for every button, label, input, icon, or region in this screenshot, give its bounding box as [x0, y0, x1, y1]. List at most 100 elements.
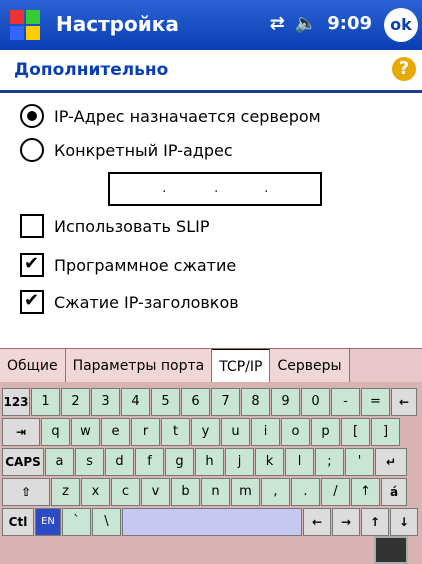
- key-a[interactable]: a: [45, 448, 74, 476]
- key-v[interactable]: v: [141, 478, 170, 506]
- key-left-bracket[interactable]: [: [341, 418, 370, 446]
- key-0[interactable]: 0: [301, 388, 330, 416]
- key-semicolon[interactable]: ;: [315, 448, 344, 476]
- help-icon[interactable]: ?: [392, 57, 416, 81]
- key-z[interactable]: z: [51, 478, 80, 506]
- key-w[interactable]: w: [71, 418, 100, 446]
- radio-specific-ip[interactable]: Конкретный IP-адрес: [20, 138, 233, 162]
- arrow-left-key[interactable]: ←: [303, 508, 331, 536]
- checkbox-checked-icon[interactable]: [20, 290, 44, 314]
- key-4[interactable]: 4: [121, 388, 150, 416]
- key-p[interactable]: p: [311, 418, 340, 446]
- key-g[interactable]: g: [165, 448, 194, 476]
- shift-key[interactable]: ⇧: [2, 478, 50, 506]
- tab-general[interactable]: Общие: [0, 349, 66, 383]
- key-u[interactable]: u: [221, 418, 250, 446]
- key-y[interactable]: y: [191, 418, 220, 446]
- ok-button[interactable]: ok: [384, 8, 418, 42]
- keyboard-row-5: Ctl EN ` \ ← → ↑ ↓: [2, 508, 419, 536]
- key-1[interactable]: 1: [31, 388, 60, 416]
- space-key[interactable]: [122, 508, 302, 536]
- volume-icon[interactable]: 🔈: [295, 13, 317, 34]
- enter-key[interactable]: ↵: [375, 448, 407, 476]
- language-key[interactable]: EN: [35, 508, 61, 536]
- keyboard-row-2: ⇥ q w e r t y u i o p [ ]: [2, 418, 401, 446]
- key-5[interactable]: 5: [151, 388, 180, 416]
- key-t[interactable]: t: [161, 418, 190, 446]
- radio-ip-from-server[interactable]: IP-Адрес назначается сервером: [20, 104, 321, 128]
- key-3[interactable]: 3: [91, 388, 120, 416]
- soft-keyboard: 123 1 2 3 4 5 6 7 8 9 0 - = ← ⇥ q w e r …: [0, 382, 422, 564]
- tab-servers[interactable]: Серверы: [270, 349, 350, 383]
- key-j[interactable]: j: [225, 448, 254, 476]
- soft-compression-label: Программное сжатие: [54, 255, 237, 275]
- clock[interactable]: 9:09: [327, 13, 372, 34]
- key-k[interactable]: k: [255, 448, 284, 476]
- page-header: Дополнительно ?: [0, 50, 422, 93]
- tab-port-settings[interactable]: Параметры порта: [65, 349, 213, 383]
- keyboard-row-4: ⇧ z x c v b n m , . / ↑ á: [2, 478, 408, 506]
- key-i[interactable]: i: [251, 418, 280, 446]
- key-backtick[interactable]: `: [62, 508, 91, 536]
- checkbox-use-slip[interactable]: Использовать SLIP: [20, 214, 209, 238]
- key-e[interactable]: e: [101, 418, 130, 446]
- keyboard-toggle-icon[interactable]: [374, 536, 408, 564]
- ip-dot-3: .: [264, 180, 269, 196]
- backspace-key[interactable]: ←: [391, 388, 417, 416]
- keyboard-row-3: CAPS a s d f g h j k l ; ' ↵: [2, 448, 408, 476]
- caps-key[interactable]: CAPS: [2, 448, 44, 476]
- key-m[interactable]: m: [231, 478, 260, 506]
- key-2[interactable]: 2: [61, 388, 90, 416]
- arrow-up-key[interactable]: ↑: [361, 508, 389, 536]
- radio-unselected-icon[interactable]: [20, 138, 44, 162]
- checkbox-header-compression[interactable]: Сжатие IP-заголовков: [20, 290, 239, 314]
- key-6[interactable]: 6: [181, 388, 210, 416]
- key-x[interactable]: x: [81, 478, 110, 506]
- key-period[interactable]: .: [291, 478, 320, 506]
- tab-bar: Общие Параметры порта TCP/IP Серверы: [0, 348, 422, 383]
- key-r[interactable]: r: [131, 418, 160, 446]
- connectivity-icon[interactable]: ⇄: [270, 13, 285, 34]
- key-l[interactable]: l: [285, 448, 314, 476]
- ip-dot-1: .: [162, 180, 167, 196]
- arrow-right-key[interactable]: →: [332, 508, 360, 536]
- app-title: Настройка: [56, 12, 179, 36]
- checkbox-soft-compression[interactable]: Программное сжатие: [20, 253, 236, 277]
- key-accent[interactable]: á: [381, 478, 407, 506]
- key-123[interactable]: 123: [2, 388, 30, 416]
- key-d[interactable]: d: [105, 448, 134, 476]
- key-equals[interactable]: =: [361, 388, 390, 416]
- checkbox-checked-icon[interactable]: [20, 253, 44, 277]
- tab-tcpip[interactable]: TCP/IP: [212, 349, 271, 383]
- use-slip-label: Использовать SLIP: [54, 216, 210, 236]
- ctrl-key[interactable]: Ctl: [2, 508, 34, 536]
- key-b[interactable]: b: [171, 478, 200, 506]
- key-h[interactable]: h: [195, 448, 224, 476]
- checkbox-unchecked-icon[interactable]: [20, 214, 44, 238]
- page-title: Дополнительно: [14, 60, 169, 80]
- radio-label-specific: Конкретный IP-адрес: [54, 140, 233, 160]
- radio-selected-icon[interactable]: [20, 104, 44, 128]
- key-right-bracket[interactable]: ]: [371, 418, 400, 446]
- key-s[interactable]: s: [75, 448, 104, 476]
- key-q[interactable]: q: [41, 418, 70, 446]
- keyboard-row-1: 123 1 2 3 4 5 6 7 8 9 0 - = ←: [2, 388, 418, 416]
- key-9[interactable]: 9: [271, 388, 300, 416]
- key-apostrophe[interactable]: ': [345, 448, 374, 476]
- windows-start-icon[interactable]: [8, 8, 42, 42]
- key-c[interactable]: c: [111, 478, 140, 506]
- arrow-down-key[interactable]: ↓: [390, 508, 418, 536]
- key-up[interactable]: ↑: [351, 478, 380, 506]
- tab-key[interactable]: ⇥: [2, 418, 40, 446]
- key-comma[interactable]: ,: [261, 478, 290, 506]
- key-n[interactable]: n: [201, 478, 230, 506]
- ip-dot-2: .: [214, 180, 219, 196]
- key-slash[interactable]: /: [321, 478, 350, 506]
- key-minus[interactable]: -: [331, 388, 360, 416]
- key-f[interactable]: f: [135, 448, 164, 476]
- key-7[interactable]: 7: [211, 388, 240, 416]
- key-8[interactable]: 8: [241, 388, 270, 416]
- key-backslash[interactable]: \: [92, 508, 121, 536]
- ip-address-field[interactable]: . . .: [108, 172, 322, 206]
- key-o[interactable]: o: [281, 418, 310, 446]
